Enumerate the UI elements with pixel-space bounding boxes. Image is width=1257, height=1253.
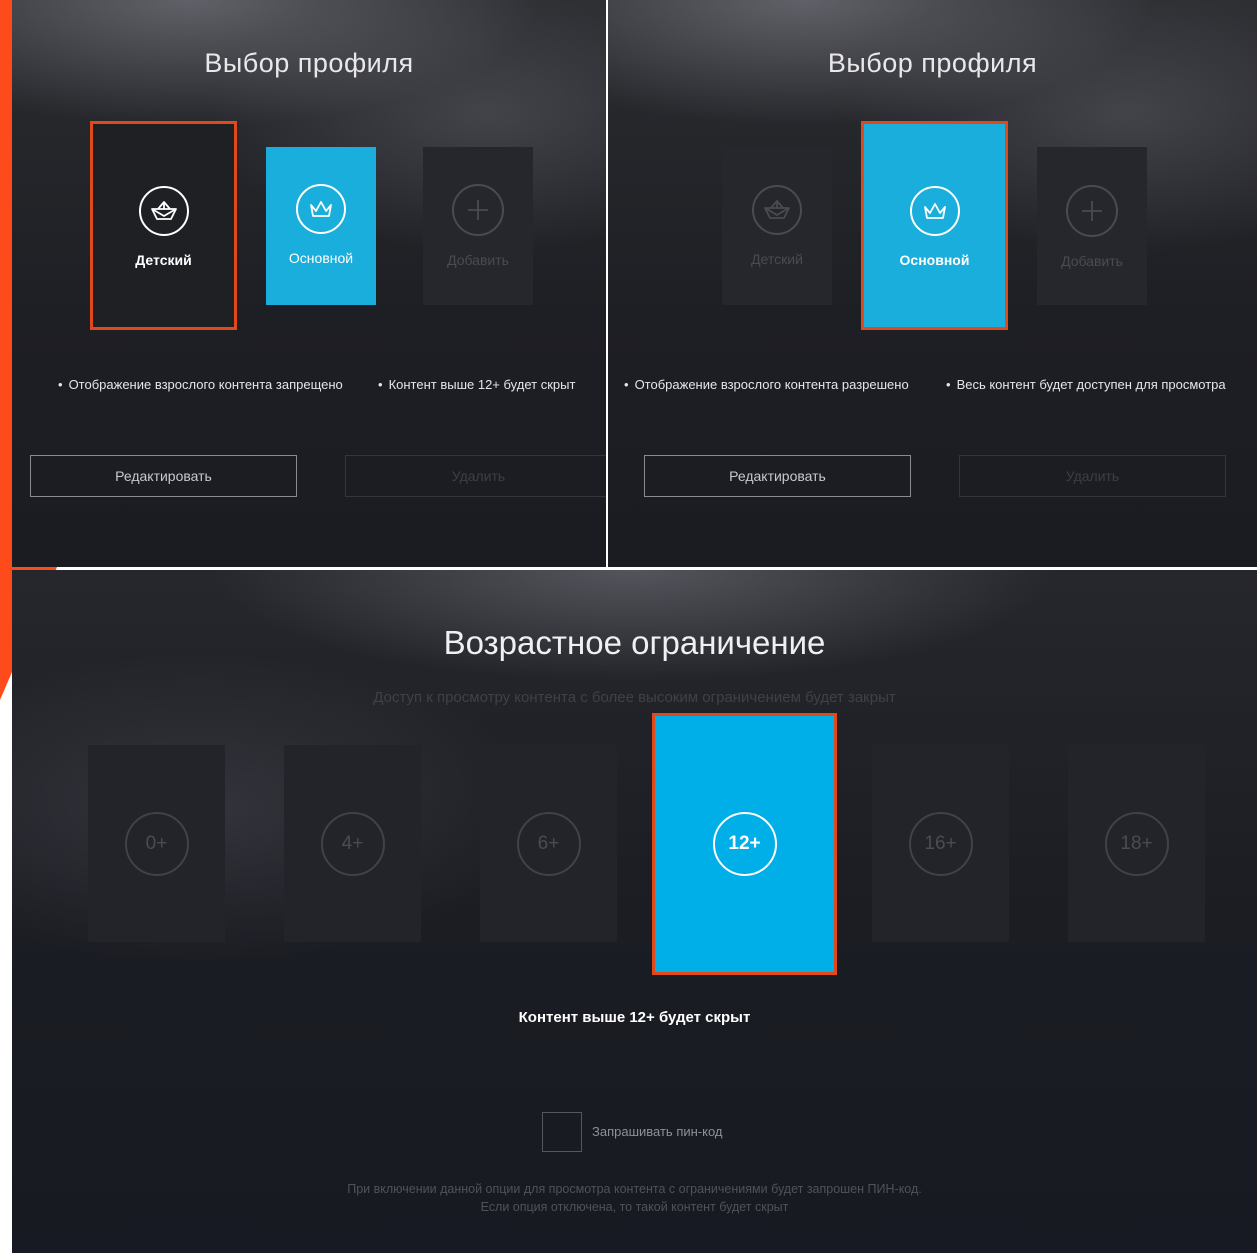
age-rating-card-18[interactable]: 18+ (1068, 745, 1205, 942)
profile-card-main[interactable]: Основной (266, 147, 376, 305)
delete-button[interactable]: Удалить (959, 455, 1226, 497)
info-bullet: Отображение взрослого контента запрещено (58, 377, 343, 392)
delete-button[interactable]: Удалить (345, 455, 606, 497)
pin-checkbox[interactable] (542, 1112, 582, 1152)
profile-label: Добавить (447, 252, 509, 268)
edit-button[interactable]: Редактировать (30, 455, 297, 497)
age-rating-card-4[interactable]: 4+ (284, 745, 421, 942)
plus-icon (1066, 185, 1118, 237)
age-restriction-screen: Возрастное ограничение Доступ к просмотр… (12, 570, 1257, 1253)
age-rating-label: 12+ (712, 812, 777, 876)
info-bullet: Отображение взрослого контента разрешено (624, 377, 909, 392)
edit-button[interactable]: Редактировать (644, 455, 911, 497)
profile-label: Детский (751, 251, 803, 267)
profile-card-main[interactable]: Основной (861, 121, 1008, 330)
profile-card-add[interactable]: Добавить (423, 147, 533, 305)
pin-hint-line-1: При включении данной опции для просмотра… (347, 1182, 922, 1196)
profile-label: Добавить (1061, 253, 1123, 269)
age-rating-label: 18+ (1104, 811, 1169, 876)
profile-label: Основной (288, 250, 354, 266)
profile-label: Основной (899, 252, 970, 268)
info-bullet: Весь контент будет доступен для просмотр… (946, 377, 1226, 392)
profile-label: Детский (135, 252, 192, 268)
age-rating-card-12[interactable]: 12+ (652, 713, 837, 975)
age-rating-label: 0+ (124, 811, 189, 876)
profile-select-screen-kids: Выбор профиля Детский Основной Добавить … (12, 0, 606, 567)
profile-card-add[interactable]: Добавить (1037, 147, 1147, 305)
boat-icon (138, 186, 189, 236)
age-rating-card-0[interactable]: 0+ (88, 745, 225, 942)
age-rating-label: 6+ (516, 811, 581, 876)
age-rating-card-6[interactable]: 6+ (480, 745, 617, 942)
boat-icon (752, 185, 802, 235)
profile-select-screen-main: Выбор профиля Детский Основной Добавить … (608, 0, 1257, 567)
page-title: Выбор профиля (204, 48, 414, 78)
info-bullet: Контент выше 12+ будет скрыт (378, 377, 576, 392)
restriction-note: Контент выше 12+ будет скрыт (518, 1009, 751, 1026)
crown-icon (296, 184, 346, 234)
page-subtitle: Доступ к просмотру контента с более высо… (373, 689, 896, 706)
page-title: Возрастное ограничение (443, 624, 826, 661)
age-rating-card-16[interactable]: 16+ (872, 745, 1009, 942)
profile-card-kids[interactable]: Детский (722, 147, 832, 305)
page-title: Выбор профиля (827, 48, 1038, 78)
pin-checkbox-label[interactable]: Запрашивать пин-код (592, 1124, 723, 1139)
age-rating-label: 4+ (320, 811, 385, 876)
pin-hint-line-2: Если опция отключена, то такой контент б… (480, 1200, 789, 1214)
plus-icon (452, 184, 504, 236)
profile-card-kids[interactable]: Детский (90, 121, 237, 330)
age-rating-label: 16+ (908, 811, 973, 876)
crown-icon (909, 186, 960, 236)
